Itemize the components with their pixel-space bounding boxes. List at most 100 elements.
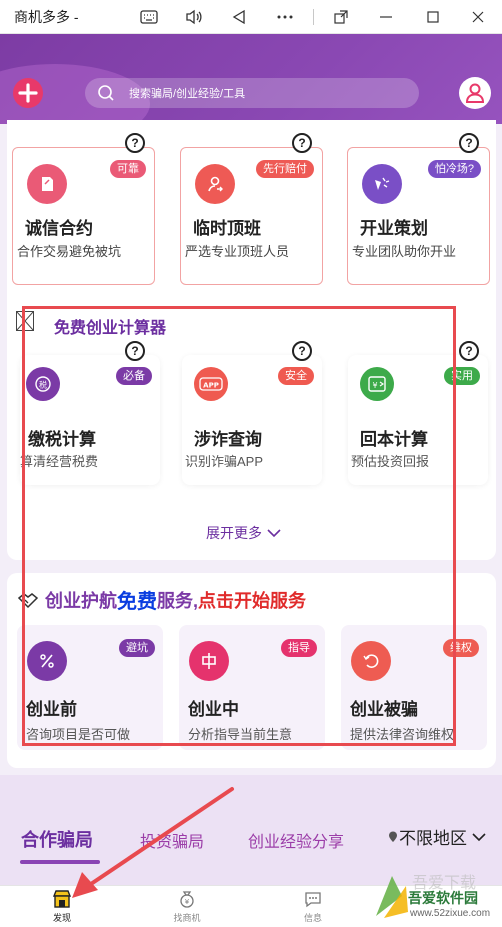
handshake-icon (17, 592, 39, 608)
card-subtitle: 识别诈骗APP (185, 454, 264, 469)
card-title: 涉诈查询 (194, 430, 262, 449)
card-subtitle: 预估投资回报 (351, 454, 430, 469)
window-title: 商机多多 - (14, 8, 79, 25)
nav-label: 发现 (52, 913, 71, 923)
watermark-url: www.52zixue.com (410, 908, 491, 919)
svg-text:¥: ¥ (185, 898, 190, 906)
card-opening-plan[interactable]: 怕冷场? 开业策划 专业团队助你开业 (347, 147, 490, 285)
more-icon[interactable] (272, 4, 298, 30)
help-icon[interactable]: ? (292, 133, 312, 153)
card-subtitle: 提供法律咨询维权 (350, 727, 455, 742)
card-badge: 避坑 (119, 639, 155, 657)
guard-card-during[interactable]: 指导 创业中 分析指导当前生意 (179, 625, 325, 750)
nav-messages[interactable]: 信息 (283, 889, 343, 924)
guard-title-free: 免费 (117, 591, 157, 613)
maximize-icon[interactable] (420, 4, 446, 30)
window-titlebar: 商机多多 - (0, 0, 502, 34)
card-badge: 先行赔付 (256, 160, 314, 178)
card-title: 开业策划 (360, 219, 428, 238)
app-check-icon: APP (194, 367, 228, 401)
expand-more-button[interactable]: 展开更多 (206, 523, 282, 543)
card-title: 临时顶班 (193, 219, 261, 238)
guard-card-before[interactable]: 避坑 创业前 咨询项目是否可做 (17, 625, 163, 750)
active-tab-indicator (20, 860, 100, 864)
help-icon[interactable]: ? (292, 341, 312, 361)
tax-icon: 税 (26, 367, 60, 401)
card-title: 诚信合约 (25, 219, 93, 238)
card-integrity-contract[interactable]: 可靠 诚信合约 合作交易避免被坑 (12, 147, 155, 285)
card-temp-shift[interactable]: 先行赔付 临时顶班 严选专业顶班人员 (180, 147, 323, 285)
tab-investment-scam[interactable]: 投资骗局 (140, 828, 204, 852)
percent-icon (27, 641, 67, 681)
message-icon (305, 892, 321, 908)
region-label: 不限地区 (399, 829, 467, 848)
card-title: 创业中 (188, 700, 239, 719)
calc-card-fraud-check[interactable]: APP 安全 涉诈查询 识别诈骗APP (182, 355, 322, 485)
card-badge: 怕冷场? (427, 160, 481, 178)
shop-icon (52, 890, 72, 908)
watermark-title: 吾爱软件园 (408, 890, 478, 906)
nav-label: 信息 (303, 913, 322, 923)
close-icon[interactable] (465, 4, 491, 30)
card-title: 回本计算 (360, 430, 428, 449)
calc-card-payback[interactable]: ¥ 实用 回本计算 预估投资回报 (348, 355, 488, 485)
card-subtitle: 分析指导当前生意 (188, 727, 293, 742)
guard-title-part: 创业护航 (45, 590, 117, 611)
search-placeholder: 搜索骗局/创业经验/工具 (129, 88, 246, 100)
broken-image-icon (16, 311, 34, 331)
card-subtitle: 咨询项目是否可做 (26, 727, 131, 742)
nav-label: 找商机 (173, 913, 201, 923)
svg-text:APP: APP (203, 382, 219, 390)
location-icon (389, 831, 397, 842)
svg-text:¥: ¥ (372, 381, 377, 390)
nav-discover[interactable]: 发现 (32, 889, 92, 924)
card-title: 创业前 (26, 700, 77, 719)
tab-cooperation-scam[interactable]: 合作骗局 (21, 826, 93, 852)
opening-icon (362, 164, 402, 204)
chevron-down-icon (472, 832, 486, 841)
help-icon[interactable]: ? (459, 341, 479, 361)
middle-icon (189, 641, 229, 681)
help-icon[interactable]: ? (125, 341, 145, 361)
tab-experience-sharing[interactable]: 创业经验分享 (248, 828, 344, 852)
guard-title-cta: 点击开始服务 (198, 590, 307, 611)
guard-card-scammed[interactable]: 维权 创业被骗 提供法律咨询维权 (341, 625, 487, 750)
card-subtitle: 算清经营税费 (20, 454, 99, 469)
profile-button[interactable] (459, 77, 491, 109)
startup-guard-section[interactable]: 创业护航 免费 服务, 点击开始服务 避坑 创业前 咨询项目是否可做 指导 创业… (7, 573, 496, 768)
restore-icon (351, 641, 391, 681)
calculator-title: 免费创业计算器 (54, 320, 167, 337)
card-title: 创业被骗 (350, 700, 418, 719)
help-icon[interactable]: ? (125, 133, 145, 153)
calc-card-tax[interactable]: 税 必备 缴税计算 算清经营税费 (20, 355, 160, 485)
card-subtitle: 合作交易避免被坑 (17, 244, 122, 259)
card-badge: 安全 (278, 367, 314, 385)
card-badge: 指导 (281, 639, 317, 657)
help-icon[interactable]: ? (459, 133, 479, 153)
add-button[interactable] (13, 78, 43, 108)
svg-text:税: 税 (39, 380, 47, 390)
card-subtitle: 严选专业顶班人员 (185, 244, 290, 259)
titlebar-separator (313, 9, 314, 25)
card-badge: 必备 (116, 367, 152, 385)
money-bag-icon: ¥ (180, 891, 194, 908)
region-selector[interactable]: 不限地区 (387, 824, 487, 849)
contract-icon (27, 164, 67, 204)
card-badge: 维权 (443, 639, 479, 657)
user-icon (465, 83, 485, 103)
chevron-down-icon (267, 529, 281, 538)
nav-find-opportunity[interactable]: ¥ 找商机 (157, 889, 217, 924)
volume-icon[interactable] (181, 4, 207, 30)
keyboard-icon[interactable] (136, 4, 162, 30)
shift-icon (195, 164, 235, 204)
minimize-icon[interactable] (373, 4, 399, 30)
card-subtitle: 专业团队助你开业 (352, 244, 457, 259)
plus-icon (18, 83, 38, 103)
popout-icon[interactable] (328, 4, 354, 30)
guard-heading: 创业护航 免费 服务, 点击开始服务 (17, 585, 306, 614)
card-badge: 实用 (444, 367, 480, 385)
search-icon (98, 85, 114, 101)
card-badge: 可靠 (110, 160, 146, 178)
back-icon[interactable] (226, 4, 252, 30)
search-bar[interactable]: 搜索骗局/创业经验/工具 (85, 78, 419, 108)
